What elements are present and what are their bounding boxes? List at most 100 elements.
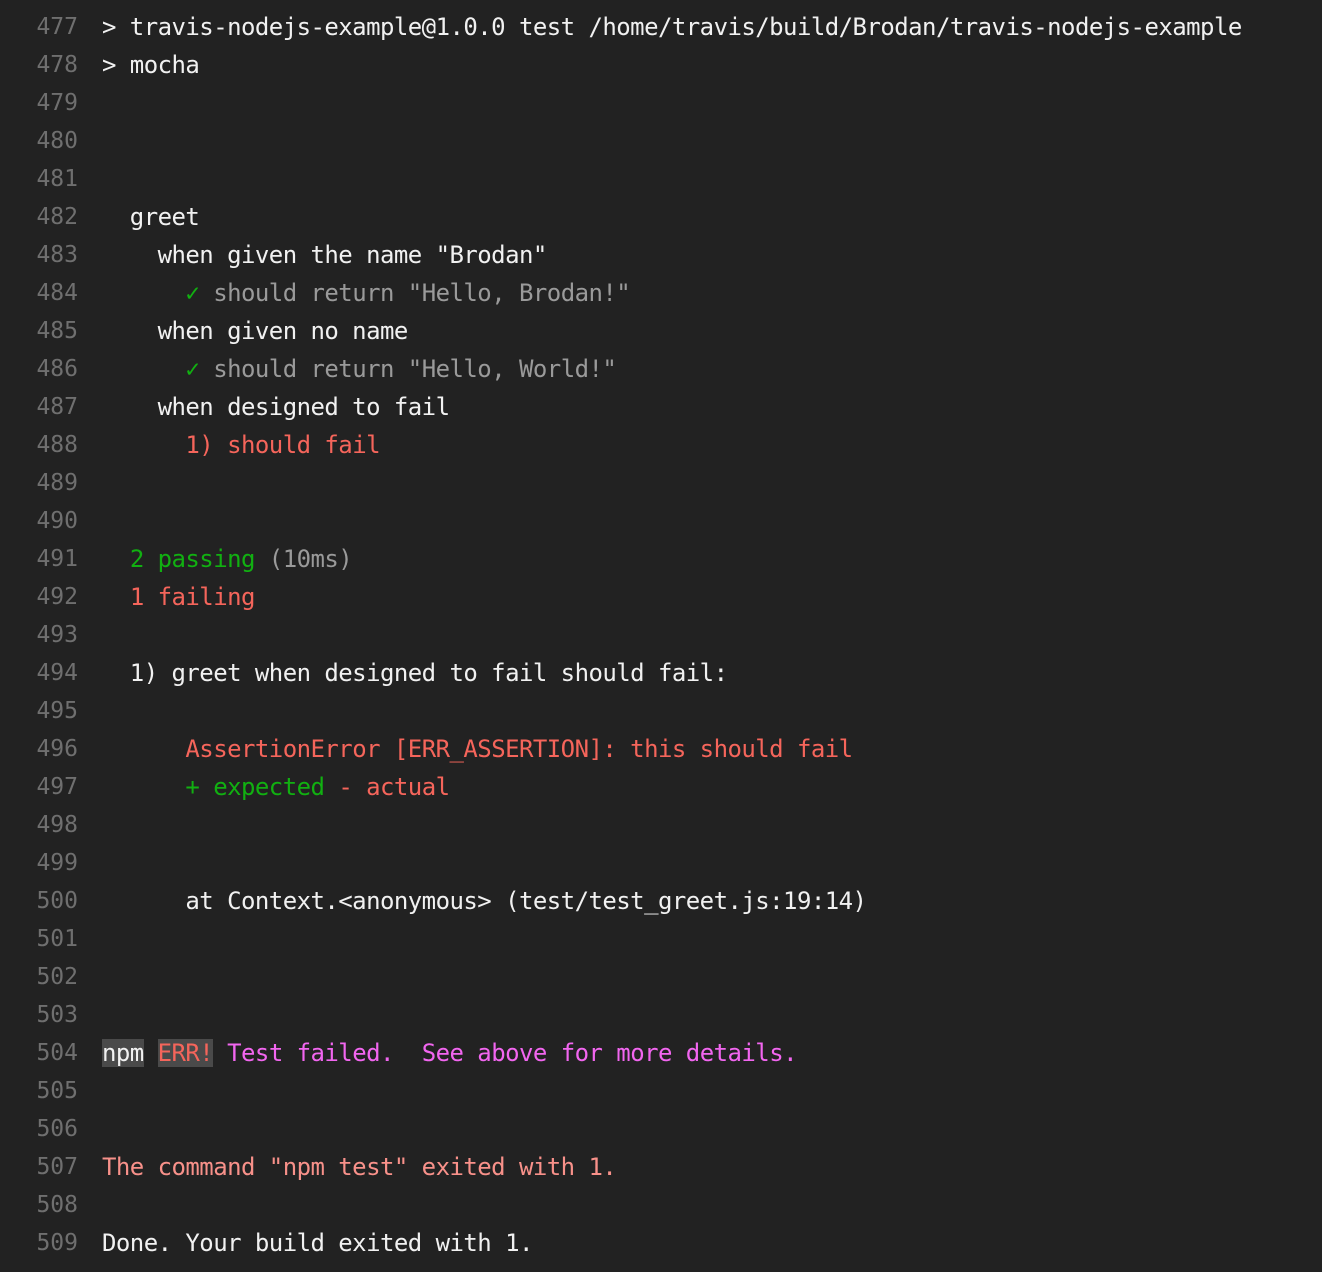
log-line: 496 AssertionError [ERR_ASSERTION]: this… <box>0 730 1322 768</box>
line-number-link[interactable]: 506 <box>0 1110 78 1148</box>
line-number-link[interactable]: 504 <box>0 1034 78 1072</box>
log-line: 505 <box>0 1072 1322 1110</box>
log-line: 499 <box>0 844 1322 882</box>
line-number-link[interactable]: 483 <box>0 236 78 274</box>
log-line: 494 1) greet when designed to fail shoul… <box>0 654 1322 692</box>
line-number-link[interactable]: 481 <box>0 160 78 198</box>
line-number-link[interactable]: 495 <box>0 692 78 730</box>
log-text: (10ms) <box>254 545 353 573</box>
line-number-link[interactable]: 484 <box>0 274 78 312</box>
line-number-link[interactable]: 493 <box>0 616 78 654</box>
log-line: 479 <box>0 84 1322 122</box>
log-line: 480 <box>0 122 1322 160</box>
log-line: 482 greet <box>0 198 1322 236</box>
log-text: greet <box>102 203 200 231</box>
log-text: when given the name "Brodan" <box>102 241 548 269</box>
line-number-link[interactable]: 494 <box>0 654 78 692</box>
line-number-link[interactable]: 505 <box>0 1072 78 1110</box>
line-number-link[interactable]: 486 <box>0 350 78 388</box>
log-text: > travis-nodejs-example@1.0.0 test /home… <box>102 13 1242 41</box>
log-line: 484 ✓ should return "Hello, Brodan!" <box>0 274 1322 312</box>
log-text: 2 passing <box>129 545 256 573</box>
log-line: 507 The command "npm test" exited with 1. <box>0 1148 1322 1186</box>
log-line-content: greet <box>102 198 200 236</box>
log-line: 489 <box>0 464 1322 502</box>
log-line: 490 <box>0 502 1322 540</box>
log-line-content: Done. Your build exited with 1. <box>102 1224 533 1262</box>
log-text: should return "Hello, Brodan!" <box>199 279 631 307</box>
log-line: 492 1 failing <box>0 578 1322 616</box>
log-line: 487 when designed to fail <box>0 388 1322 426</box>
checkmark-icon: ✓ <box>185 355 200 383</box>
line-number-link[interactable]: 508 <box>0 1186 78 1224</box>
log-text: when given no name <box>102 317 409 345</box>
log-text: The command "npm test" exited with 1. <box>102 1153 617 1181</box>
log-line-content: > mocha <box>102 46 200 84</box>
log-text: 1) should fail <box>185 431 380 459</box>
log-text: should return "Hello, World!" <box>199 355 617 383</box>
line-number-link[interactable]: 498 <box>0 806 78 844</box>
log-line-content: npm ERR! Test failed. See above for more… <box>102 1034 798 1072</box>
line-number-link[interactable]: 507 <box>0 1148 78 1186</box>
log-text: AssertionError [ERR_ASSERTION]: this sho… <box>185 735 853 763</box>
log-line: 508 <box>0 1186 1322 1224</box>
log-text: 1 failing <box>129 583 256 611</box>
line-number-link[interactable]: 489 <box>0 464 78 502</box>
log-text: when designed to fail <box>102 393 450 421</box>
log-line-content: 1) greet when designed to fail should fa… <box>102 654 728 692</box>
line-number-link[interactable]: 502 <box>0 958 78 996</box>
log-line-content: + expected - actual <box>102 768 450 806</box>
log-text: 1) greet when designed to fail should fa… <box>102 659 728 687</box>
log-line-content: ✓ should return "Hello, World!" <box>102 350 616 388</box>
log-line-content: ✓ should return "Hello, Brodan!" <box>102 274 630 312</box>
log-line-content: when given no name <box>102 312 409 350</box>
line-number-link[interactable]: 485 <box>0 312 78 350</box>
log-line: 503 <box>0 996 1322 1034</box>
line-number-link[interactable]: 492 <box>0 578 78 616</box>
log-text: Test failed. See above for more details. <box>213 1039 797 1067</box>
log-line-content: when given the name "Brodan" <box>102 236 548 274</box>
line-number-link[interactable]: 480 <box>0 122 78 160</box>
log-line: 485 when given no name <box>0 312 1322 350</box>
log-line-content: 1 failing <box>102 578 256 616</box>
log-tag: npm <box>102 1039 144 1067</box>
line-number-link[interactable]: 509 <box>0 1224 78 1262</box>
line-number-link[interactable]: 499 <box>0 844 78 882</box>
log-line: 500 at Context.<anonymous> (test/test_gr… <box>0 882 1322 920</box>
log-text: - actual <box>338 773 450 801</box>
log-line: 498 <box>0 806 1322 844</box>
log-line: 491 2 passing (10ms) <box>0 540 1322 578</box>
line-number-link[interactable]: 482 <box>0 198 78 236</box>
log-line: 509 Done. Your build exited with 1. <box>0 1224 1322 1262</box>
line-number-link[interactable]: 487 <box>0 388 78 426</box>
line-number-link[interactable]: 478 <box>0 46 78 84</box>
log-line: 478 > mocha <box>0 46 1322 84</box>
log-line-content: at Context.<anonymous> (test/test_greet.… <box>102 882 867 920</box>
log-line-content: 1) should fail <box>102 426 380 464</box>
line-number-link[interactable]: 501 <box>0 920 78 958</box>
log-line: 493 <box>0 616 1322 654</box>
line-number-link[interactable]: 500 <box>0 882 78 920</box>
line-number-link[interactable]: 479 <box>0 84 78 122</box>
log-line: 483 when given the name "Brodan" <box>0 236 1322 274</box>
log-text: + expected <box>185 773 325 801</box>
log-line: 477 > travis-nodejs-example@1.0.0 test /h… <box>0 8 1322 46</box>
line-number-link[interactable]: 477 <box>0 8 78 46</box>
line-number-link[interactable]: 490 <box>0 502 78 540</box>
log-text: at Context.<anonymous> (test/test_greet.… <box>102 887 867 915</box>
log-tag: ERR! <box>157 1039 214 1067</box>
log-line-content: The command "npm test" exited with 1. <box>102 1148 617 1186</box>
log-line-content: AssertionError [ERR_ASSERTION]: this sho… <box>102 730 853 768</box>
line-number-link[interactable]: 488 <box>0 426 78 464</box>
log-text: > mocha <box>102 51 200 79</box>
line-number-link[interactable]: 497 <box>0 768 78 806</box>
line-number-link[interactable]: 496 <box>0 730 78 768</box>
line-number-link[interactable]: 503 <box>0 996 78 1034</box>
line-number-link[interactable]: 491 <box>0 540 78 578</box>
log-line: 495 <box>0 692 1322 730</box>
